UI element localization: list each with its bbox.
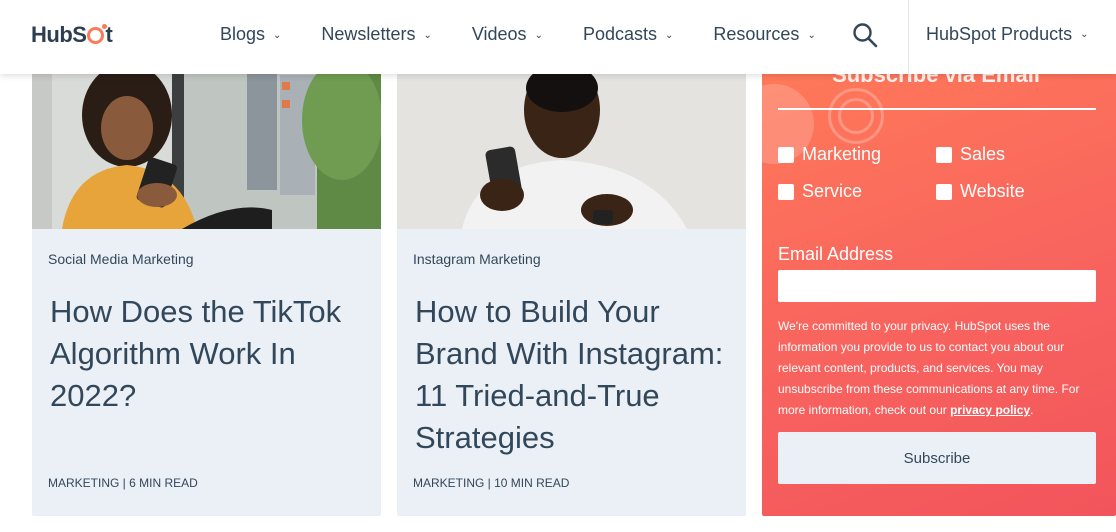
- checkbox-box[interactable]: [778, 183, 794, 200]
- nav-item-videos[interactable]: Videos ⌄: [472, 24, 543, 45]
- checkbox-label: Service: [802, 181, 863, 201]
- nav-label: Podcasts: [582, 24, 657, 44]
- decorative-ring-inner: [838, 98, 874, 134]
- photo-man-with-phone: [397, 60, 746, 229]
- privacy-notice: We're committed to your privacy. HubSpot…: [778, 316, 1098, 421]
- logo-text-start: HubS: [31, 22, 87, 47]
- privacy-text: We're committed to your privacy. HubSpot…: [778, 319, 1080, 417]
- checkbox-box[interactable]: [936, 146, 952, 163]
- products-label: HubSpot Products: [926, 24, 1073, 44]
- hubspot-logo[interactable]: HubS t: [31, 22, 113, 48]
- article-card-body: Social Media Marketing How Does the TikT…: [32, 229, 381, 516]
- article-category[interactable]: Social Media Marketing: [48, 251, 194, 267]
- checkbox-website[interactable]: Website: [936, 181, 1025, 202]
- page: Social Media Marketing How Does the TikT…: [0, 0, 1116, 532]
- nav-label: Newsletters: [321, 24, 416, 44]
- sprocket-icon: [87, 24, 108, 44]
- article-title[interactable]: How Does the TikTok Algorithm Work In 20…: [50, 291, 370, 417]
- subscribe-divider: [778, 108, 1096, 110]
- checkbox-sales[interactable]: Sales: [936, 144, 1005, 165]
- checkbox-box[interactable]: [778, 146, 794, 163]
- chevron-down-icon: ⌄: [534, 30, 543, 41]
- checkbox-label: Marketing: [802, 144, 882, 164]
- hubspot-products-menu[interactable]: HubSpot Products ⌄: [926, 24, 1088, 45]
- article-card-tiktok[interactable]: Social Media Marketing How Does the TikT…: [32, 60, 381, 516]
- subscribe-button[interactable]: Subscribe: [778, 432, 1096, 484]
- privacy-policy-link[interactable]: privacy policy: [950, 403, 1030, 417]
- chevron-down-icon: ⌄: [273, 30, 282, 41]
- chevron-down-icon: ⌄: [423, 30, 432, 41]
- email-field[interactable]: [778, 270, 1096, 302]
- nav-label: Videos: [471, 24, 527, 44]
- nav-item-newsletters[interactable]: Newsletters ⌄: [321, 24, 431, 45]
- checkbox-box[interactable]: [936, 183, 952, 200]
- checkbox-label: Sales: [960, 144, 1006, 164]
- article-meta: MARKETING | 6 MIN READ: [48, 476, 198, 490]
- checkbox-label: Website: [960, 181, 1025, 201]
- nav-label: Resources: [713, 24, 800, 44]
- search-icon[interactable]: [852, 22, 878, 48]
- article-image-man-phone[interactable]: [397, 60, 746, 229]
- chevron-down-icon: ⌄: [807, 30, 816, 41]
- chevron-down-icon: ⌄: [665, 30, 674, 41]
- site-header: HubS t Blogs ⌄ Newsletters ⌄ Videos ⌄ Podcas…: [0, 0, 1116, 74]
- article-card-body: Instagram Marketing How to Build Your Br…: [397, 229, 746, 516]
- article-category[interactable]: Instagram Marketing: [413, 251, 541, 267]
- article-title[interactable]: How to Build Your Brand With Instagram: …: [415, 291, 735, 459]
- chevron-down-icon: ⌄: [1080, 29, 1089, 40]
- nav-label: Blogs: [220, 24, 266, 44]
- article-meta: MARKETING | 10 MIN READ: [413, 476, 570, 490]
- main-nav: Blogs ⌄ Newsletters ⌄ Videos ⌄ Podcasts ⌄ Re…: [220, 24, 816, 45]
- privacy-end: .: [1030, 403, 1034, 417]
- nav-item-resources[interactable]: Resources ⌄: [713, 24, 815, 45]
- header-divider: [908, 0, 909, 74]
- checkbox-service[interactable]: Service: [778, 181, 862, 202]
- nav-item-podcasts[interactable]: Podcasts ⌄: [583, 24, 673, 45]
- nav-item-blogs[interactable]: Blogs ⌄: [220, 24, 281, 45]
- article-image-woman-phone[interactable]: [32, 60, 381, 229]
- subscribe-panel: Subscribe via Email Marketing Sales Serv…: [762, 60, 1116, 516]
- checkbox-marketing[interactable]: Marketing: [778, 144, 881, 165]
- email-label: Email Address: [778, 244, 894, 264]
- photo-woman-with-phone: [32, 60, 381, 229]
- article-card-instagram[interactable]: Instagram Marketing How to Build Your Br…: [397, 60, 746, 516]
